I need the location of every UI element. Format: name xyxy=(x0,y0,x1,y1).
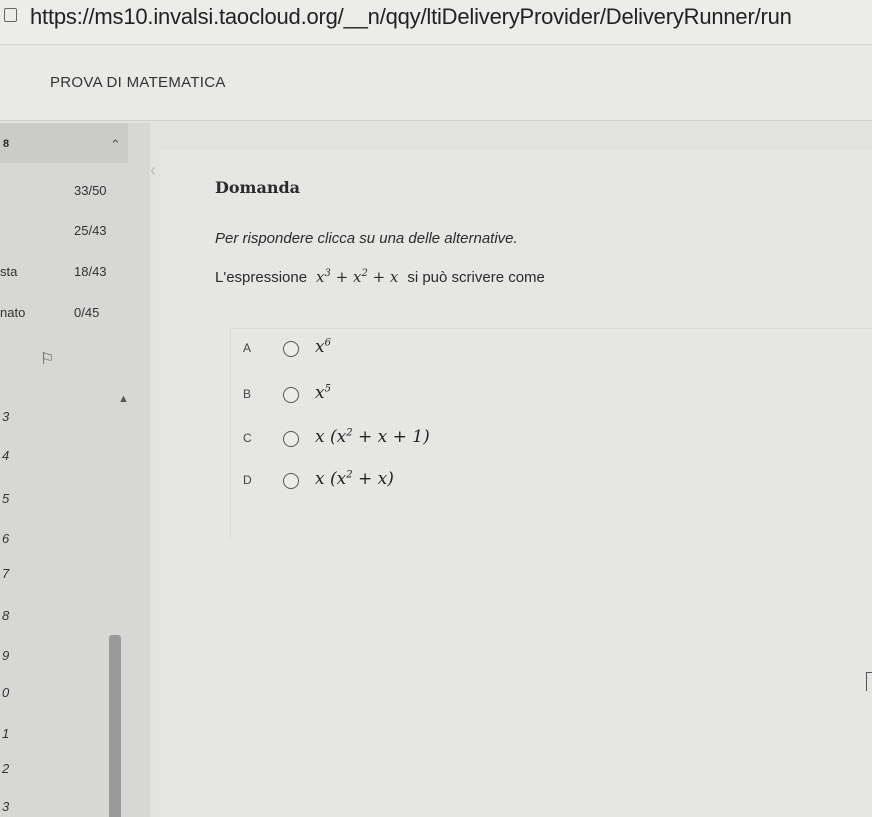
radio-icon[interactable] xyxy=(283,431,299,447)
question-heading: Domanda xyxy=(215,178,301,197)
question-number[interactable]: 8 xyxy=(2,608,9,623)
browser-url-bar[interactable]: https://ms10.invalsi.taocloud.org/__n/qq… xyxy=(0,0,872,45)
question-expression: x3 + x2 + x xyxy=(311,268,404,286)
sidebar-scrollbar[interactable] xyxy=(109,635,121,817)
page-icon xyxy=(4,8,17,22)
navigation-sidebar: 8 ⌃ 33/50 25/43 sta 18/43 nato 0/45 ⚐ ▲ … xyxy=(0,123,150,817)
question-panel: Domanda Per rispondere clicca su una del… xyxy=(160,150,872,817)
question-number[interactable]: 3 xyxy=(2,799,9,814)
option-letter: D xyxy=(243,473,252,487)
test-title: PROVA DI MATEMATICA xyxy=(50,74,226,91)
option-letter: C xyxy=(243,431,252,445)
section-count: 0/45 xyxy=(74,305,100,320)
section-label: sta xyxy=(0,264,18,279)
sidebar-header[interactable]: 8 ⌃ xyxy=(0,123,128,163)
option-letter: A xyxy=(243,341,252,355)
section-row[interactable]: nato 0/45 xyxy=(0,297,128,329)
section-row[interactable]: 25/43 xyxy=(0,215,128,247)
option-c[interactable]: C x (x2 + x + 1) xyxy=(231,421,791,457)
question-number[interactable]: 6 xyxy=(2,531,9,546)
collapse-up-icon[interactable]: ▲ xyxy=(118,393,129,405)
question-number[interactable]: 7 xyxy=(2,566,9,581)
option-expression: x (x2 + x) xyxy=(315,469,394,489)
section-count: 25/43 xyxy=(74,223,107,238)
panel-resize-handle[interactable] xyxy=(866,672,872,691)
section-row[interactable]: 33/50 xyxy=(0,175,128,207)
question-number[interactable]: 9 xyxy=(2,648,9,663)
question-number[interactable]: 1 xyxy=(2,726,9,741)
radio-icon[interactable] xyxy=(283,341,299,357)
radio-icon[interactable] xyxy=(283,473,299,489)
option-expression: x (x2 + x + 1) xyxy=(315,427,430,447)
chevron-left-icon[interactable]: ‹ xyxy=(150,160,156,181)
section-row[interactable]: sta 18/43 xyxy=(0,256,128,288)
sidebar-header-label: 8 xyxy=(3,138,10,150)
question-number[interactable]: 3 xyxy=(2,409,9,424)
option-letter: B xyxy=(243,387,252,401)
option-b[interactable]: B x5 xyxy=(231,377,791,413)
radio-icon[interactable] xyxy=(283,387,299,403)
option-d[interactable]: D x (x2 + x) xyxy=(231,463,791,499)
option-expression: x5 xyxy=(315,383,331,403)
question-text-before: L'espressione xyxy=(215,269,308,286)
option-a[interactable]: A x6 xyxy=(231,331,791,367)
question-instruction: Per rispondere clicca su una delle alter… xyxy=(215,230,518,247)
answer-options: A x6 B x5 C x (x2 + x + 1) D x (x2 + x) xyxy=(230,328,872,539)
question-number[interactable]: 2 xyxy=(2,761,9,776)
section-count: 18/43 xyxy=(74,264,107,279)
option-expression: x6 xyxy=(315,337,331,357)
question-number[interactable]: 5 xyxy=(2,491,9,506)
url-text[interactable]: https://ms10.invalsi.taocloud.org/__n/qq… xyxy=(30,4,792,30)
flag-icon[interactable]: ⚐ xyxy=(40,349,54,369)
section-count: 33/50 xyxy=(74,183,107,198)
chevron-up-icon[interactable]: ⌃ xyxy=(110,137,121,153)
question-number[interactable]: 4 xyxy=(2,448,9,463)
section-label: nato xyxy=(0,305,26,320)
question-text: L'espressione x3 + x2 + x si può scriver… xyxy=(215,268,545,286)
question-text-after: si può scrivere come xyxy=(407,269,545,286)
app-header: PROVA DI MATEMATICA xyxy=(0,46,872,121)
question-number[interactable]: 0 xyxy=(2,685,9,700)
